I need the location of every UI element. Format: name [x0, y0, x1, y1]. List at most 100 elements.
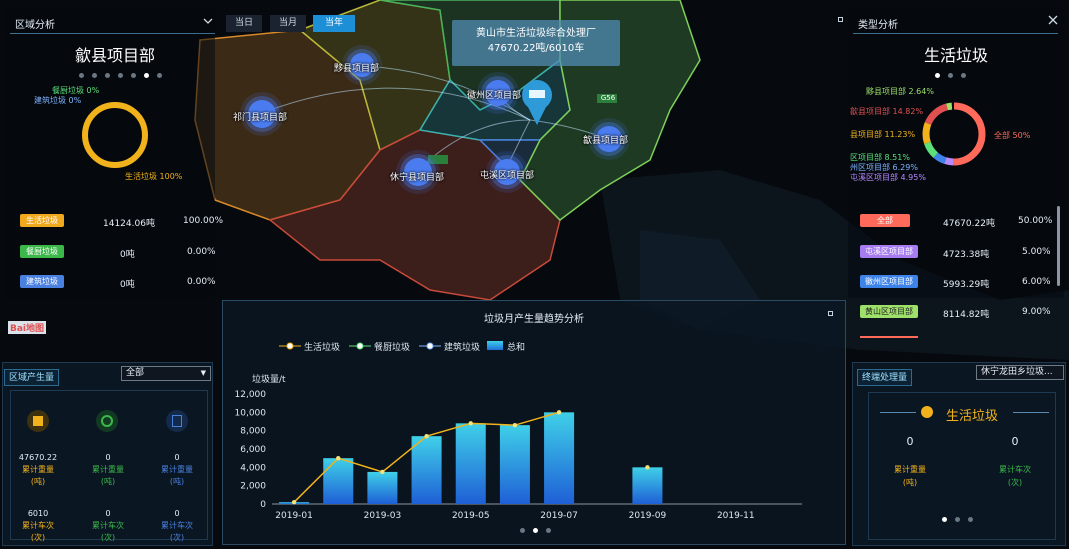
legend-item: 餐厨垃圾	[374, 343, 411, 353]
donut-label: 黟县项目部 2.64%	[866, 87, 934, 96]
select-value: 全部	[126, 368, 145, 378]
stat-label: 累计重量	[22, 465, 54, 474]
donut-label: 建筑垃圾 0%	[34, 96, 82, 105]
stat-value: 47670.22	[18, 453, 58, 462]
region-select[interactable]: 全部 ▼	[121, 366, 211, 381]
y-tick-label: 6,000	[240, 445, 266, 455]
map-node-label: 歙县项目部	[583, 136, 629, 146]
legend-bar-icon	[487, 341, 503, 350]
row-amount: 8114.82吨	[943, 310, 990, 320]
baidu-map-logo: Bai地图	[8, 321, 47, 334]
panel-header: 终端处理量	[857, 369, 913, 386]
map-node-label: 休宁县项目部	[390, 173, 445, 183]
chart-legend[interactable]: 生活垃圾 餐厨垃圾 建筑垃圾 总和	[279, 340, 579, 353]
chart-point	[424, 433, 429, 439]
stat-value: 0	[105, 453, 111, 462]
y-tick-label: 4,000	[240, 463, 266, 473]
stat-value: 0	[906, 435, 914, 448]
stat-label: 累计车次	[92, 521, 124, 530]
legend-item: 总和	[507, 343, 526, 353]
tab-year[interactable]: 当年	[313, 15, 355, 32]
donut-label: 全部 50%	[994, 131, 1031, 140]
map-node-label: 徽州区项目部	[467, 91, 522, 101]
row-percent: 0.00%	[187, 247, 216, 257]
legend-tag: 黄山区项目部	[860, 305, 918, 318]
legend-tag: 生活垃圾	[20, 214, 64, 227]
partial-tag	[860, 336, 918, 338]
y-tick-label: 10,000	[235, 408, 267, 418]
scrollbar[interactable]	[1057, 206, 1060, 286]
y-tick-label: 8,000	[240, 427, 266, 437]
fullscreen-icon[interactable]	[828, 311, 837, 320]
stat-unit: (吨)	[902, 478, 918, 487]
stat-value: 0	[105, 509, 111, 518]
row-percent: 100.00%	[183, 216, 224, 226]
stat-unit: (次)	[169, 533, 185, 542]
legend-tag: 全部	[860, 214, 910, 227]
panel-header: 区域产生量	[4, 369, 60, 386]
stat-label: 累计重量	[161, 465, 193, 474]
row-percent: 0.00%	[187, 277, 216, 287]
donut-label: 生活垃圾 100%	[125, 172, 183, 181]
stat-label: 累计重量	[92, 465, 124, 474]
chart-title: 垃圾月产生量趋势分析	[484, 314, 584, 325]
legend-line-icon	[349, 342, 371, 350]
tab-day[interactable]: 当日	[226, 15, 262, 32]
x-tick-label: 2019-05	[452, 511, 490, 521]
stat-label: 累计车次	[999, 465, 1031, 474]
row-percent: 5.00%	[1022, 247, 1051, 257]
row-amount: 47670.22吨	[943, 219, 995, 229]
map-node-label: 黟县项目部	[334, 64, 380, 74]
carousel-dots[interactable]	[937, 514, 977, 525]
row-amount: 4723.38吨	[943, 250, 990, 260]
chart-point	[336, 455, 341, 461]
fullscreen-icon[interactable]	[838, 17, 847, 26]
carousel-dots[interactable]	[920, 70, 980, 81]
row-amount: 0吨	[120, 280, 135, 290]
map-tooltip: 黄山市生活垃圾综合处理厂 47670.22吨/6010车	[452, 20, 620, 66]
chart-point	[556, 410, 562, 415]
factory-icon	[27, 410, 49, 432]
factory-icon	[921, 406, 933, 418]
tooltip-title: 黄山市生活垃圾综合处理厂	[476, 28, 596, 39]
row-percent: 50.00%	[1018, 216, 1053, 226]
chart-point	[291, 499, 297, 505]
close-icon[interactable]	[1047, 14, 1059, 26]
carousel-dots[interactable]	[510, 525, 560, 536]
row-amount: 5993.29吨	[943, 280, 990, 290]
stat-value: 6010	[27, 509, 49, 518]
facility-select[interactable]: 休宁龙田乡垃圾...	[976, 365, 1064, 380]
type-donut-chart[interactable]	[918, 98, 990, 170]
donut-label: 县项目部 11.23%	[850, 130, 916, 139]
carousel-dots[interactable]	[60, 70, 180, 81]
tooltip-value: 47670.22吨/6010车	[487, 43, 585, 54]
chart-bar	[632, 467, 663, 504]
x-tick-label: 2019-03	[364, 511, 402, 521]
x-tick-label: 2019-11	[717, 511, 755, 521]
map-node-label: 祁门县项目部	[233, 113, 288, 123]
trend-bar-chart[interactable]: 0 2,000 4,000 6,000 8,000 10,000 12,000 2019-01…	[222, 380, 846, 530]
stat-unit: (吨)	[30, 477, 46, 486]
x-tick-label: 2019-01	[275, 511, 313, 521]
row-percent: 6.00%	[1022, 277, 1051, 287]
chart-bar	[499, 425, 530, 504]
x-tick-label: 2019-07	[540, 511, 578, 521]
region-donut-chart[interactable]	[78, 98, 152, 172]
stat-value: 0	[174, 453, 180, 462]
legend-item: 生活垃圾	[304, 343, 341, 353]
terminal-title: 生活垃圾	[946, 409, 999, 424]
donut-label: 歙县项目部 14.82%	[850, 107, 924, 116]
tab-month[interactable]: 当月	[270, 15, 306, 32]
chart-point	[645, 465, 650, 470]
legend-tag: 屯溪区项目部	[860, 245, 918, 258]
chevron-down-icon[interactable]	[203, 17, 213, 25]
panel-title: 歙县项目部	[74, 46, 155, 65]
stat-label: 累计车次	[161, 521, 193, 530]
chevron-down-icon: ▼	[200, 369, 206, 377]
legend-line-icon	[419, 342, 441, 350]
building-icon	[166, 410, 188, 432]
chart-bar	[411, 436, 442, 504]
panel-header: 类型分析	[858, 20, 898, 31]
panel-header: 区域分析	[15, 20, 55, 31]
road-label: G56	[600, 94, 616, 102]
